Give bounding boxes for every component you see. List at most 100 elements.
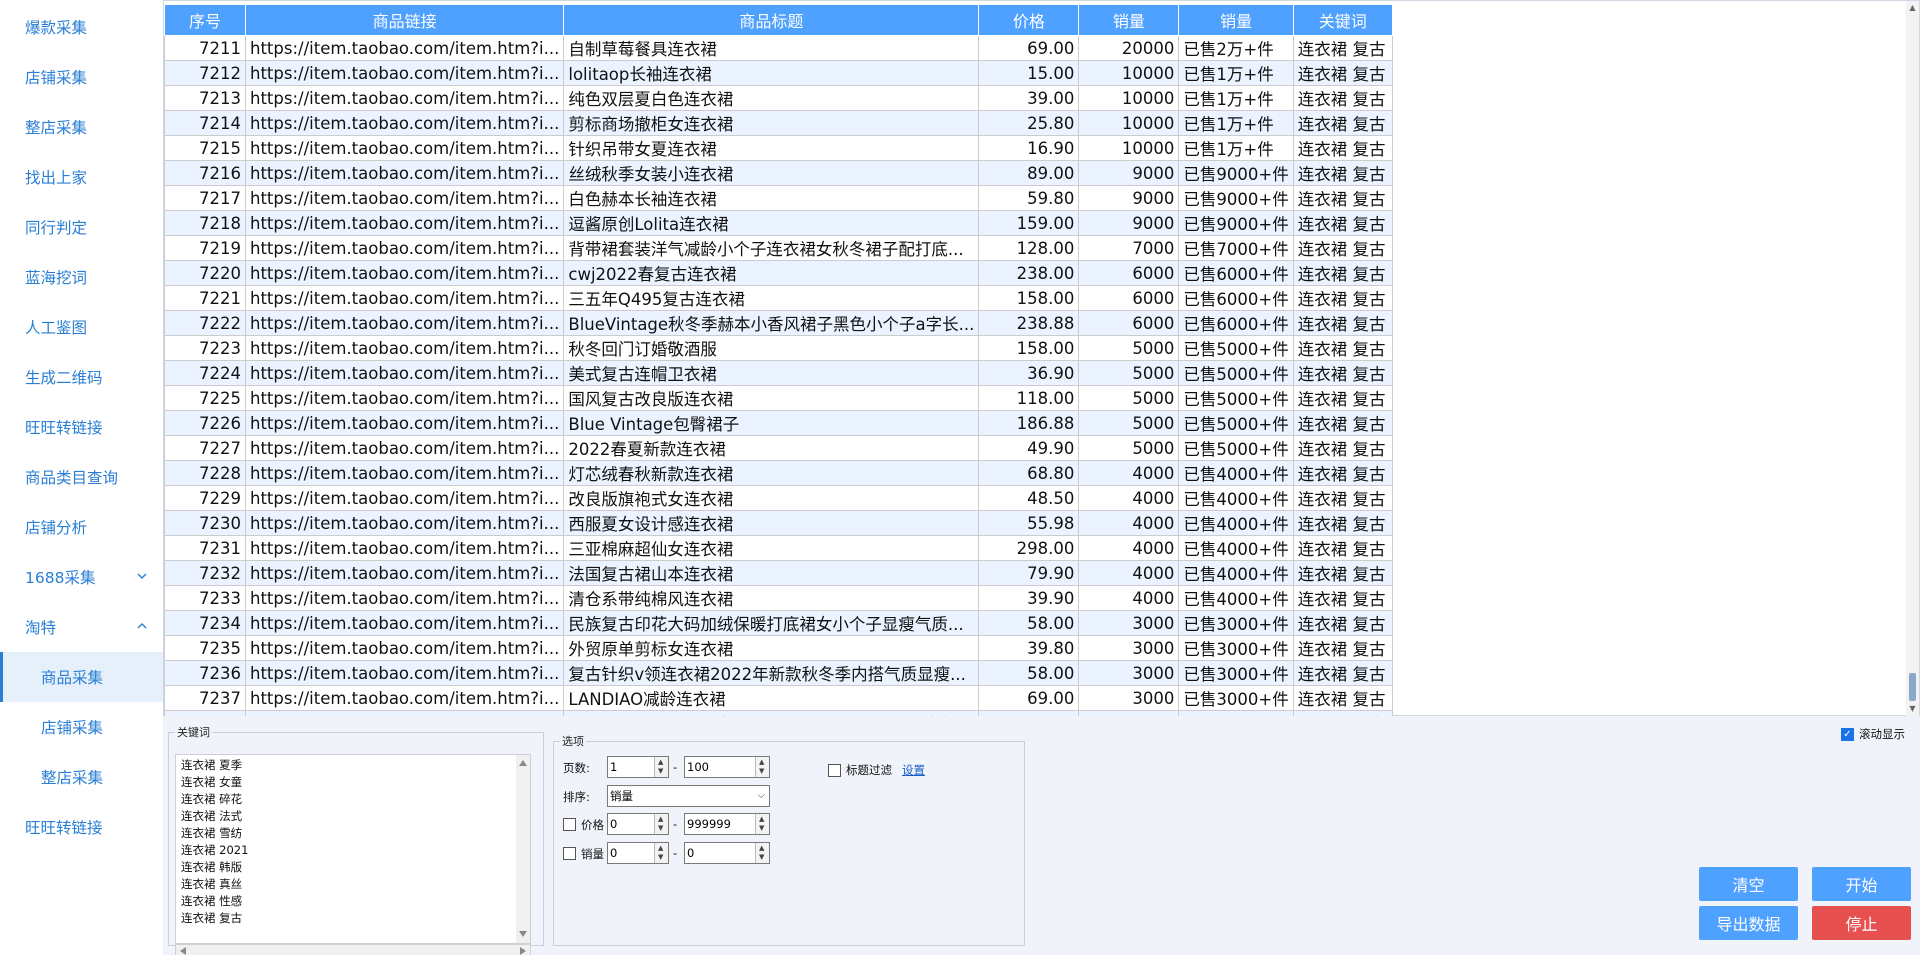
table-row[interactable]: 7223 https://item.taobao.com/item.htm?i..… xyxy=(164,335,1393,361)
table-row[interactable]: 7220 https://item.taobao.com/item.htm?i..… xyxy=(164,260,1393,286)
sidebar-item[interactable]: 找出上家 xyxy=(0,152,163,202)
sidebar-item[interactable]: 整店采集 xyxy=(0,102,163,152)
table-row[interactable]: 7217 https://item.taobao.com/item.htm?i..… xyxy=(164,185,1393,211)
table-row[interactable]: 7237 https://item.taobao.com/item.htm?i..… xyxy=(164,685,1393,711)
stepper-down-icon[interactable]: ▼ xyxy=(658,854,663,861)
table-row[interactable]: 7222 https://item.taobao.com/item.htm?i..… xyxy=(164,310,1393,336)
table-row[interactable]: 7227 https://item.taobao.com/item.htm?i..… xyxy=(164,435,1393,461)
table-row[interactable]: 7232 https://item.taobao.com/item.htm?i..… xyxy=(164,560,1393,586)
stepper-down-icon[interactable]: ▼ xyxy=(658,768,663,775)
scroll-display-checkbox[interactable]: ✓ xyxy=(1841,728,1854,741)
sidebar-item[interactable]: 旺旺转链接 xyxy=(0,802,163,852)
sidebar-item[interactable]: 整店采集 xyxy=(0,752,163,802)
column-header[interactable]: 销量 xyxy=(1178,4,1294,36)
table-row[interactable]: 7230 https://item.taobao.com/item.htm?i..… xyxy=(164,510,1393,536)
column-header[interactable]: 商品标题 xyxy=(563,4,980,36)
stepper-up-icon[interactable]: ▲ xyxy=(658,845,663,852)
table-row[interactable]: 7213 https://item.taobao.com/item.htm?i..… xyxy=(164,85,1393,111)
stepper-down-icon[interactable]: ▼ xyxy=(759,768,764,775)
scroll-down-icon[interactable] xyxy=(519,931,527,937)
table-row[interactable]: 7228 https://item.taobao.com/item.htm?i..… xyxy=(164,460,1393,486)
table-row[interactable]: 7211 https://item.taobao.com/item.htm?i..… xyxy=(164,35,1393,61)
table-row[interactable]: 7229 https://item.taobao.com/item.htm?i..… xyxy=(164,485,1393,511)
sidebar-item[interactable]: 旺旺转链接 xyxy=(0,402,163,452)
table-row[interactable]: 7226 https://item.taobao.com/item.htm?i..… xyxy=(164,410,1393,436)
sidebar-item[interactable]: 商品类目查询 xyxy=(0,452,163,502)
sidebar-item[interactable]: 淘特 xyxy=(0,602,163,652)
row-index: 7230 xyxy=(164,510,246,536)
item-link: https://item.taobao.com/item.htm?i... xyxy=(244,135,565,161)
item-link: https://item.taobao.com/item.htm?i... xyxy=(244,660,565,686)
pages-from-stepper[interactable]: 1 ▲ ▼ xyxy=(607,756,669,778)
column-header[interactable]: 价格 xyxy=(978,4,1080,36)
sales-checkbox[interactable] xyxy=(563,847,576,860)
sidebar-item[interactable]: 店铺采集 xyxy=(0,52,163,102)
chevron-up-icon[interactable] xyxy=(135,619,149,633)
sidebar-item[interactable]: 人工鉴图 xyxy=(0,302,163,352)
scroll-up-icon[interactable]: ▲ xyxy=(1906,1,1919,14)
keywords-textarea[interactable]: 连衣裙 夏季 连衣裙 女童 连衣裙 碎花 连衣裙 法式 连衣裙 雪纺 连衣裙 2021 连衣… xyxy=(175,754,531,944)
start-button[interactable]: 开始 xyxy=(1812,867,1911,901)
stepper-down-icon[interactable]: ▼ xyxy=(658,825,663,832)
column-header[interactable]: 关键词 xyxy=(1292,4,1393,36)
sort-select[interactable]: 销量 ⌵ xyxy=(607,785,770,807)
table-row[interactable]: 7234 https://item.taobao.com/item.htm?i..… xyxy=(164,610,1393,636)
stepper-up-icon[interactable]: ▲ xyxy=(658,759,663,766)
pages-to-stepper[interactable]: 100 ▲ ▼ xyxy=(684,756,770,778)
item-keyword: 连衣裙 复古 xyxy=(1292,660,1393,686)
clear-button[interactable]: 清空 xyxy=(1699,867,1798,901)
column-header[interactable]: 商品链接 xyxy=(244,4,565,36)
sidebar-item[interactable]: 爆款采集 xyxy=(0,2,163,52)
price-to-stepper[interactable]: 999999 ▲ ▼ xyxy=(684,813,770,835)
column-header[interactable]: 序号 xyxy=(164,4,246,36)
stepper-up-icon[interactable]: ▲ xyxy=(759,816,764,823)
sales-to-stepper[interactable]: 0 ▲ ▼ xyxy=(684,842,770,864)
table-row[interactable]: 7215 https://item.taobao.com/item.htm?i..… xyxy=(164,135,1393,161)
stepper-up-icon[interactable]: ▲ xyxy=(759,845,764,852)
sidebar-item[interactable]: 生成二维码 xyxy=(0,352,163,402)
scroll-right-icon[interactable] xyxy=(520,947,526,955)
item-keyword: 连衣裙 复古 xyxy=(1292,310,1393,336)
stop-button[interactable]: 停止 xyxy=(1812,906,1911,940)
stepper-down-icon[interactable]: ▼ xyxy=(759,825,764,832)
table-row[interactable]: 7212 https://item.taobao.com/item.htm?i..… xyxy=(164,60,1393,86)
results-grid[interactable]: 序号 商品链接 商品标题 价格 销量 销量 关键词 7211 https://item.tao… xyxy=(163,0,1920,761)
vertical-scrollbar[interactable]: ▲ ▼ xyxy=(1906,1,1919,717)
scroll-down-icon[interactable]: ▼ xyxy=(1906,702,1919,715)
scroll-up-icon[interactable] xyxy=(519,760,527,766)
table-row[interactable]: 7214 https://item.taobao.com/item.htm?i..… xyxy=(164,110,1393,136)
table-row[interactable]: 7218 https://item.taobao.com/item.htm?i..… xyxy=(164,210,1393,236)
price-checkbox[interactable] xyxy=(563,818,576,831)
table-row[interactable]: 7233 https://item.taobao.com/item.htm?i..… xyxy=(164,585,1393,611)
stepper-down-icon[interactable]: ▼ xyxy=(759,854,764,861)
export-data-button[interactable]: 导出数据 xyxy=(1699,906,1798,940)
price-from-stepper[interactable]: 0 ▲ ▼ xyxy=(607,813,669,835)
sidebar-item[interactable]: 店铺分析 xyxy=(0,502,163,552)
settings-link[interactable]: 设置 xyxy=(902,762,925,778)
title-filter-checkbox[interactable] xyxy=(828,764,841,777)
scroll-thumb[interactable] xyxy=(1909,673,1916,701)
table-row[interactable]: 7219 https://item.taobao.com/item.htm?i..… xyxy=(164,235,1393,261)
chevron-down-icon[interactable] xyxy=(135,569,149,583)
table-row[interactable]: 7231 https://item.taobao.com/item.htm?i..… xyxy=(164,535,1393,561)
table-row[interactable]: 7225 https://item.taobao.com/item.htm?i..… xyxy=(164,385,1393,411)
stepper-up-icon[interactable]: ▲ xyxy=(759,759,764,766)
table-row[interactable]: 7224 https://item.taobao.com/item.htm?i..… xyxy=(164,360,1393,386)
sales-from-stepper[interactable]: 0 ▲ ▼ xyxy=(607,842,669,864)
keywords-horizontal-scrollbar[interactable] xyxy=(175,944,531,955)
sidebar-item[interactable]: 同行判定 xyxy=(0,202,163,252)
sidebar-item[interactable]: 商品采集 xyxy=(0,652,163,702)
table-row[interactable]: 7221 https://item.taobao.com/item.htm?i..… xyxy=(164,285,1393,311)
sidebar-item[interactable]: 1688采集 xyxy=(0,552,163,602)
table-row[interactable]: 7236 https://item.taobao.com/item.htm?i..… xyxy=(164,660,1393,686)
table-row[interactable]: 7235 https://item.taobao.com/item.htm?i..… xyxy=(164,635,1393,661)
table-row[interactable]: 7216 https://item.taobao.com/item.htm?i..… xyxy=(164,160,1393,186)
column-header[interactable]: 销量 xyxy=(1078,4,1180,36)
stepper-up-icon[interactable]: ▲ xyxy=(658,816,663,823)
scroll-left-icon[interactable] xyxy=(180,947,186,955)
sidebar-item[interactable]: 店铺采集 xyxy=(0,702,163,752)
keyword-line: 连衣裙 夏季 xyxy=(181,758,243,772)
keywords-vertical-scrollbar[interactable] xyxy=(516,755,530,943)
sidebar-item[interactable]: 蓝海挖词 xyxy=(0,252,163,302)
item-keyword: 连衣裙 复古 xyxy=(1292,435,1393,461)
